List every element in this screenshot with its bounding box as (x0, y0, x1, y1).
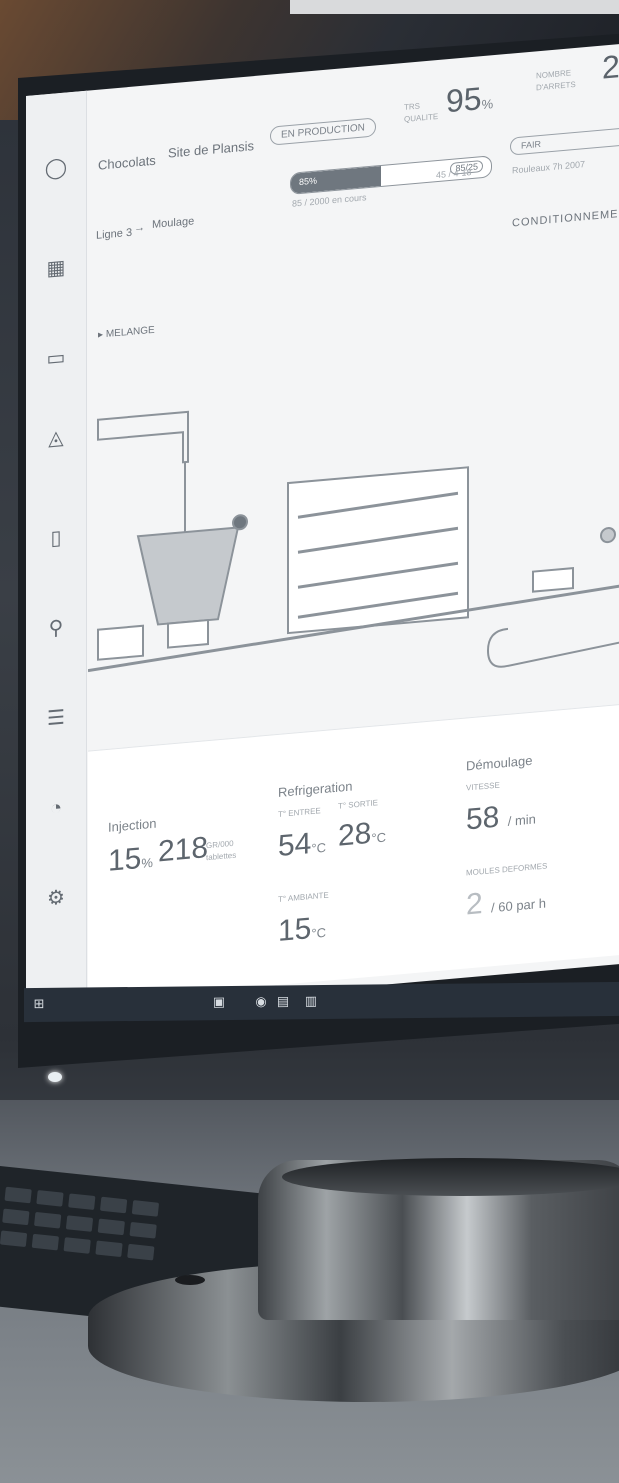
temp-in-unit: °C (311, 839, 326, 857)
right-pill-caption: Rouleaux 7h 2007 (512, 159, 586, 176)
stops-label: NOMBRE (536, 68, 572, 81)
temp-in: 54 (278, 827, 312, 863)
trs-value: 95% (446, 79, 493, 120)
demolder (532, 567, 574, 593)
hopper-valve-icon (232, 514, 248, 531)
temp-out: 28 (338, 816, 372, 853)
list-icon[interactable]: ☰ (41, 702, 71, 735)
power-led (48, 1072, 62, 1082)
defects-unit: / 60 par h (491, 895, 546, 916)
injection-value-2: 218 (158, 831, 209, 869)
refrigeration-label-in: T° ENTREE (278, 806, 321, 819)
status-badge: EN PRODUCTION (270, 117, 376, 146)
dashboard-icon[interactable]: ▦ (41, 252, 71, 285)
injection-title: Injection (108, 815, 157, 835)
progress-label: 85% (299, 175, 318, 188)
demoulage-title: Démoulage (466, 752, 533, 774)
metal-flange-top (282, 1158, 619, 1196)
store-icon[interactable]: ▤ (276, 993, 290, 1008)
injection-unit-a: GR/000 (206, 838, 234, 851)
temp-ambient-unit: °C (311, 924, 326, 942)
trash-icon[interactable]: ▥ (304, 993, 318, 1008)
progress-caption: 85 / 2000 en cours (292, 192, 367, 209)
wrench-icon[interactable]: ⚲ (41, 612, 71, 645)
injection-percent: 15 (108, 841, 142, 878)
injection-value-1: 15% (108, 841, 153, 879)
trs-label: TRS (404, 101, 420, 112)
settings-icon[interactable]: ⚙ (41, 882, 71, 915)
subcrumb-step[interactable]: Moulage (152, 215, 194, 231)
right-pill[interactable]: FAIR (510, 125, 619, 156)
refrigeration-ambient-value: 15°C (278, 911, 326, 949)
refrigeration-title: Refrigeration (278, 778, 353, 800)
edge-icon[interactable]: ◉ (254, 994, 268, 1009)
process-diagram (88, 410, 619, 673)
demoulage-speed: 58 / min (466, 797, 536, 837)
injection-unit-b: tablettes (206, 850, 237, 863)
document-icon[interactable]: ▯ (41, 522, 71, 555)
defects-number: 2 (466, 887, 483, 922)
injection-percent-unit: % (141, 854, 153, 871)
speed-number: 58 (466, 800, 500, 837)
speed-unit: / min (507, 811, 536, 829)
windows-icon[interactable]: ⊞ (32, 996, 46, 1011)
metrics-panel: Injection 15% 218 GR/000 tablettes Refri… (88, 701, 619, 1002)
monitor-screen: ◯ ▦ ▭ ◬ ▯ ⚲ ☰ ◔ ⚙ Chocolats Site de Plan… (26, 41, 619, 1017)
alert-user-icon[interactable]: ◬ (41, 422, 71, 455)
stops-sublabel: D'ARRETS (536, 79, 576, 93)
refrigeration-out-value: 28°C (338, 816, 386, 854)
trs-unit: % (481, 96, 494, 113)
refrigeration-in-value: 54°C (278, 826, 326, 864)
breadcrumb-plant[interactable]: Site de Plansis (168, 138, 254, 161)
stops-value: 25 (602, 46, 619, 86)
background-lamp (290, 0, 619, 14)
refrigeration-label-ambient: T° AMBIANTE (278, 890, 329, 904)
subcrumb-line[interactable]: Ligne 3 (96, 227, 132, 242)
sensor-icon (600, 527, 616, 544)
demoulage-defects: 2 / 60 par h (466, 882, 546, 923)
sidebar: ◯ ▦ ▭ ◬ ▯ ⚲ ☰ ◔ ⚙ (26, 90, 87, 996)
trs-sublabel: QUALITE (404, 111, 439, 124)
chart-icon[interactable]: ▭ (41, 342, 71, 375)
feed-pipe (97, 410, 189, 464)
chevron-right-icon: → (134, 221, 145, 235)
bolt-hole (175, 1275, 205, 1285)
breadcrumb-site[interactable]: Chocolats (98, 153, 156, 173)
clock-icon[interactable]: ◔ (41, 792, 71, 825)
mold-box (97, 624, 144, 661)
demoulage-speed-label: VITESSE (466, 780, 500, 793)
return-loop (486, 627, 619, 668)
trs-number: 95 (446, 80, 482, 120)
section-header: CONDITIONNEMENT (512, 206, 619, 230)
folder-icon[interactable]: ▣ (212, 994, 226, 1009)
demoulage-defect-label: MOULES DEFORMES (466, 861, 548, 878)
refrigeration-label-out: T° SORTIE (338, 798, 378, 811)
logo-icon: ◯ (44, 156, 68, 181)
temp-ambient: 15 (278, 912, 312, 948)
temp-out-unit: °C (371, 829, 386, 846)
taskbar: ⊞ ▣ ◉ ▤ ▥ (24, 981, 619, 1023)
dispenser (167, 618, 209, 649)
hopper (136, 526, 240, 626)
